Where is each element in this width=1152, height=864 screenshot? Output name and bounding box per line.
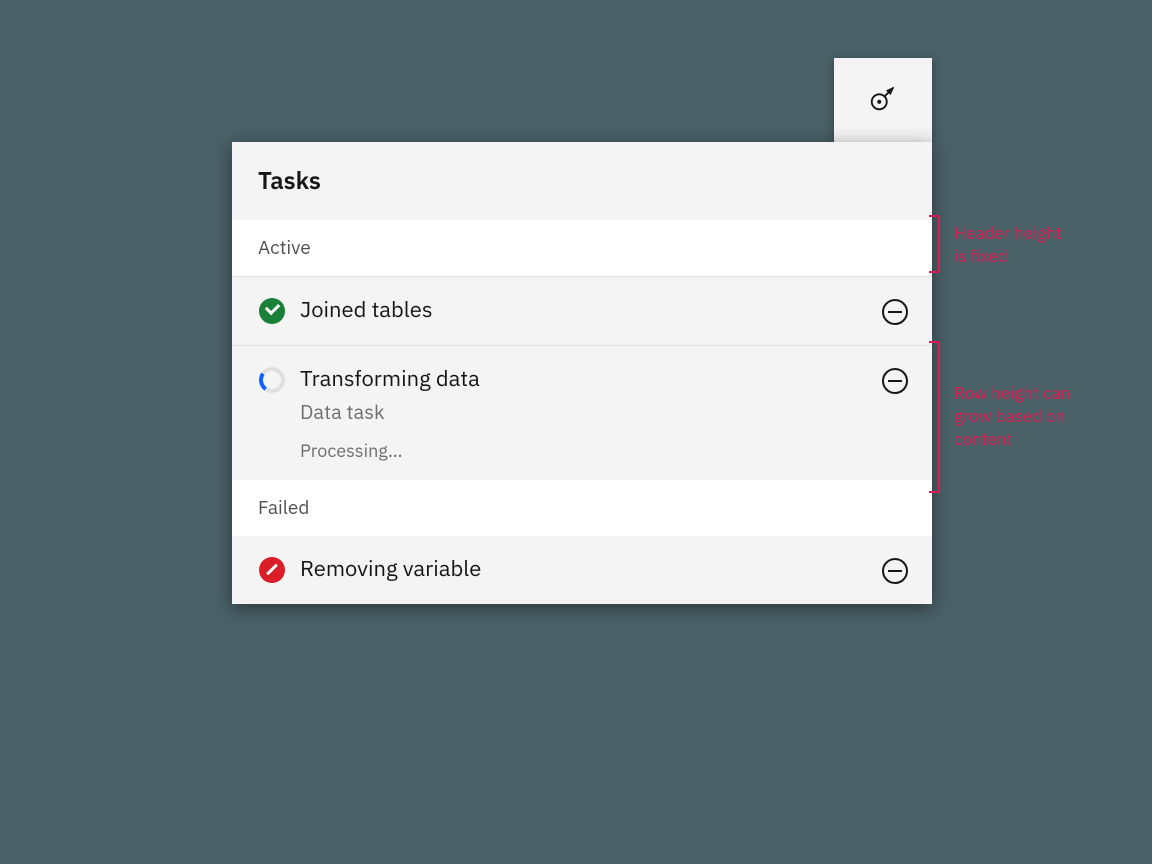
dismiss-button[interactable] bbox=[880, 366, 910, 396]
task-status: Processing… bbox=[300, 439, 866, 462]
task-row-body: Removing variable bbox=[300, 554, 866, 584]
tasks-tab-icon bbox=[868, 83, 898, 118]
task-title: Transforming data bbox=[300, 364, 866, 394]
task-title: Joined tables bbox=[300, 295, 866, 325]
subtract-circle-icon bbox=[882, 299, 908, 325]
task-row[interactable]: Transforming data Data task Processing… bbox=[232, 345, 932, 480]
dismiss-button[interactable] bbox=[880, 556, 910, 586]
subtract-circle-icon bbox=[882, 558, 908, 584]
annotation-label: Row height can grow based on content bbox=[954, 382, 1070, 451]
section-header-failed: Failed bbox=[232, 480, 932, 536]
task-row-body: Transforming data Data task Processing… bbox=[300, 364, 866, 462]
panel-title: Tasks bbox=[232, 142, 932, 220]
annotation-label: Header height is fixed bbox=[954, 222, 1062, 268]
panel-tab[interactable] bbox=[834, 58, 932, 142]
subtract-circle-icon bbox=[882, 368, 908, 394]
tasks-panel: Tasks Active Joined tables bbox=[232, 142, 932, 604]
error-icon bbox=[258, 556, 286, 584]
task-row-body: Joined tables bbox=[300, 295, 866, 325]
section-header-active: Active bbox=[232, 220, 932, 276]
task-row[interactable]: Removing variable bbox=[232, 536, 932, 604]
success-icon bbox=[258, 297, 286, 325]
tasks-panel-container: Tasks Active Joined tables bbox=[232, 58, 932, 520]
task-row[interactable]: Joined tables bbox=[232, 276, 932, 345]
task-subtitle: Data task bbox=[300, 398, 866, 425]
task-title: Removing variable bbox=[300, 554, 866, 584]
in-progress-icon bbox=[258, 366, 286, 394]
dismiss-button[interactable] bbox=[880, 297, 910, 327]
stage-background: Tasks Active Joined tables bbox=[0, 0, 1152, 864]
